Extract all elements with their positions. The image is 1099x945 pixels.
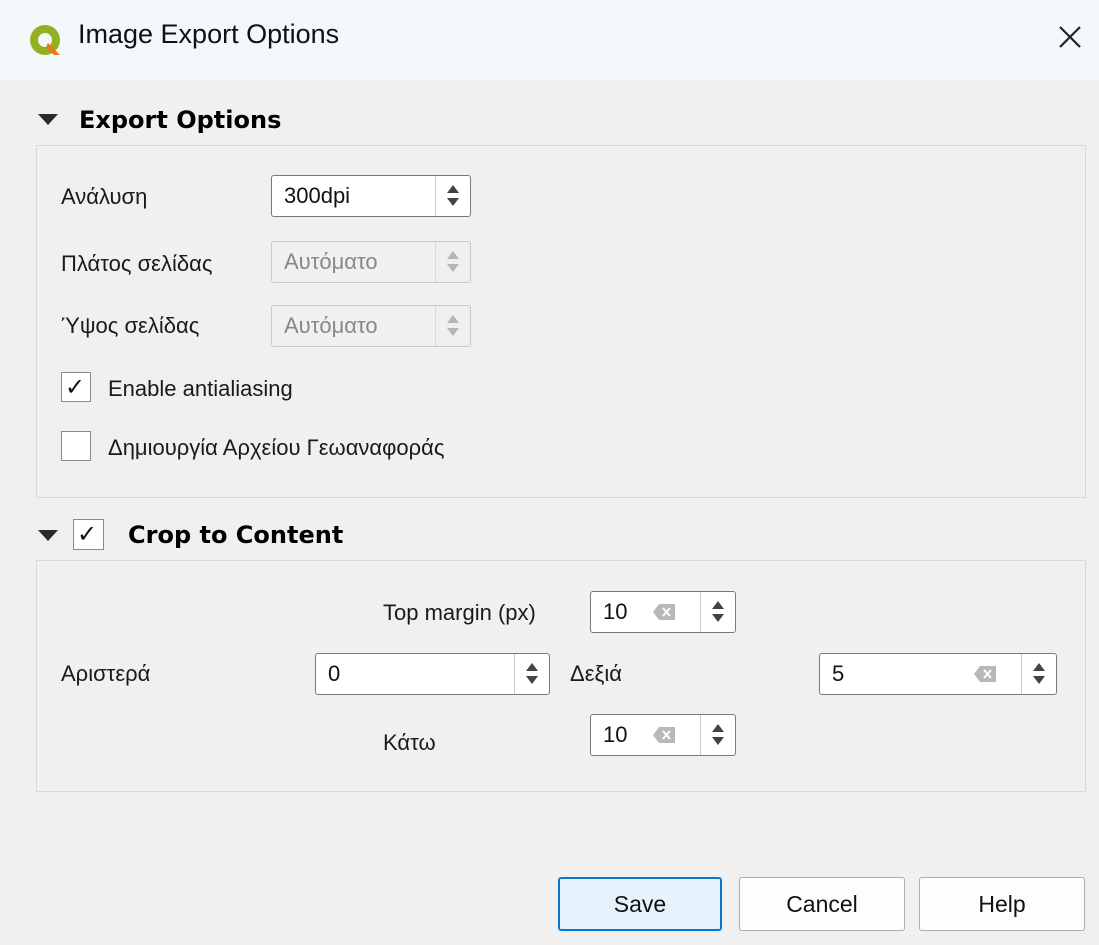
page-height-value: Αυτόματο xyxy=(284,313,378,338)
save-button[interactable]: Save xyxy=(558,877,722,931)
resolution-spinbox[interactable]: 300dpi xyxy=(271,175,471,217)
spin-arrows[interactable] xyxy=(700,715,735,755)
spin-arrows xyxy=(435,306,470,346)
spin-arrows[interactable] xyxy=(435,176,470,216)
resolution-label: Ανάλυση xyxy=(61,184,148,209)
checkmark-icon: ✓ xyxy=(65,373,86,401)
collapse-arrow-icon[interactable] xyxy=(38,114,58,125)
page-width-spinbox: Αυτόματο xyxy=(271,241,471,283)
clear-icon[interactable] xyxy=(653,604,675,620)
checkmark-icon: ✓ xyxy=(77,520,98,548)
page-width-label: Πλάτος σελίδας xyxy=(61,251,213,276)
arrow-down-icon[interactable] xyxy=(526,676,538,684)
clear-icon[interactable] xyxy=(653,727,675,743)
world-file-label[interactable]: Δημιουργία Αρχείου Γεωαναφοράς xyxy=(108,435,444,461)
arrow-up-icon[interactable] xyxy=(447,185,459,193)
spin-arrows[interactable] xyxy=(1021,654,1056,694)
bottom-margin-label: Κάτω xyxy=(383,730,436,755)
antialiasing-checkbox[interactable]: ✓ xyxy=(61,372,91,402)
clear-icon[interactable] xyxy=(974,666,996,682)
arrow-up-icon[interactable] xyxy=(712,601,724,609)
top-margin-label: Top margin (px) xyxy=(383,600,536,625)
title-bar: Image Export Options xyxy=(0,0,1099,80)
right-margin-spinbox[interactable]: 5 xyxy=(819,653,1057,695)
arrow-down-icon[interactable] xyxy=(712,614,724,622)
spin-arrows xyxy=(435,242,470,282)
left-margin-spinbox[interactable]: 0 xyxy=(315,653,550,695)
collapse-arrow-icon[interactable] xyxy=(38,530,58,541)
window-title: Image Export Options xyxy=(78,19,340,49)
export-options-header[interactable]: Export Options xyxy=(79,106,281,134)
qgis-logo-icon xyxy=(30,25,60,55)
top-margin-spinbox[interactable]: 10 xyxy=(590,591,736,633)
crop-checkbox[interactable]: ✓ xyxy=(73,519,104,550)
left-margin-value: 0 xyxy=(328,661,341,686)
arrow-up-icon xyxy=(447,315,459,323)
arrow-up-icon[interactable] xyxy=(712,724,724,732)
top-margin-value: 10 xyxy=(603,599,628,624)
page-width-value: Αυτόματο xyxy=(284,249,378,274)
arrow-down-icon xyxy=(447,328,459,336)
right-margin-value: 5 xyxy=(832,661,845,686)
arrow-up-icon[interactable] xyxy=(526,663,538,671)
bottom-margin-value: 10 xyxy=(603,722,628,747)
world-file-checkbox[interactable] xyxy=(61,431,91,461)
left-margin-label: Αριστερά xyxy=(61,661,151,686)
help-button[interactable]: Help xyxy=(919,877,1085,931)
arrow-down-icon[interactable] xyxy=(447,198,459,206)
arrow-down-icon[interactable] xyxy=(712,737,724,745)
crop-to-content-header[interactable]: Crop to Content xyxy=(128,521,343,549)
right-margin-label: Δεξιά xyxy=(570,661,622,686)
page-height-label: Ύψος σελίδας xyxy=(61,313,200,338)
cancel-button[interactable]: Cancel xyxy=(739,877,905,931)
arrow-down-icon[interactable] xyxy=(1033,676,1045,684)
resolution-value: 300dpi xyxy=(284,183,351,208)
bottom-margin-spinbox[interactable]: 10 xyxy=(590,714,736,756)
spin-arrows[interactable] xyxy=(700,592,735,632)
arrow-up-icon xyxy=(447,251,459,259)
arrow-up-icon[interactable] xyxy=(1033,663,1045,671)
spin-arrows[interactable] xyxy=(514,654,549,694)
close-icon[interactable] xyxy=(1052,19,1088,55)
antialiasing-label[interactable]: Enable antialiasing xyxy=(108,376,293,402)
page-height-spinbox: Αυτόματο xyxy=(271,305,471,347)
arrow-down-icon xyxy=(447,264,459,272)
